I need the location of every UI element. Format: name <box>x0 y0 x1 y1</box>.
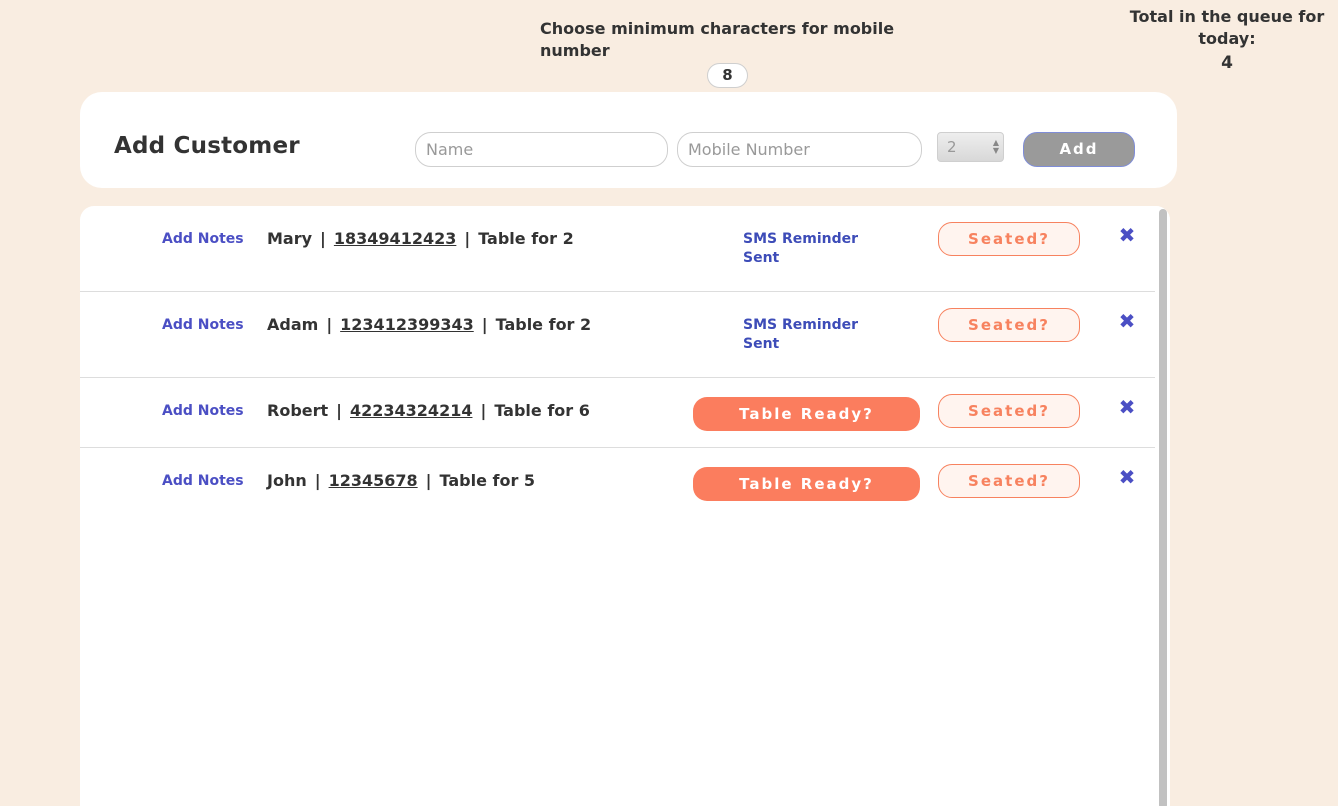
customer-table-size: Table for 2 <box>495 315 592 334</box>
spinner-arrows-icon: ▲ ▼ <box>992 138 999 155</box>
add-notes-link[interactable]: Add Notes <box>162 403 244 419</box>
close-icon[interactable]: ✖ <box>1118 311 1136 331</box>
table-ready-button[interactable]: Table Ready? <box>693 397 920 431</box>
name-input[interactable]: Name <box>415 132 668 167</box>
seated-button[interactable]: Seated? <box>938 222 1080 256</box>
queue-total: Total in the queue for today: 4 <box>1128 6 1326 74</box>
customer-row: Add Notes Adam | 123412399343 | Table for 2 … <box>80 292 1155 378</box>
add-notes-link[interactable]: Add Notes <box>162 473 244 489</box>
customer-table-size: Table for 6 <box>494 401 590 420</box>
customer-info: John | 12345678 | Table for 5 <box>267 471 536 490</box>
add-button[interactable]: Add <box>1023 132 1135 167</box>
party-size-select[interactable]: 2 ▲ ▼ <box>937 132 1004 162</box>
customer-info: Mary | 18349412423 | Table for 2 <box>267 229 574 248</box>
add-notes-link[interactable]: Add Notes <box>162 317 244 333</box>
queue-total-count: 4 <box>1221 53 1233 73</box>
party-size-value: 2 <box>947 138 957 156</box>
queue-total-label: Total in the queue for today: <box>1129 7 1325 48</box>
add-notes-link[interactable]: Add Notes <box>162 231 244 247</box>
min-chars-input[interactable]: 8 <box>707 63 748 88</box>
customer-table-size: Table for 2 <box>478 229 574 248</box>
table-ready-button[interactable]: Table Ready? <box>693 467 920 501</box>
seated-button[interactable]: Seated? <box>938 394 1080 428</box>
customer-phone-link[interactable]: 18349412423 <box>334 229 456 248</box>
close-icon[interactable]: ✖ <box>1118 225 1136 245</box>
seated-button[interactable]: Seated? <box>938 308 1080 342</box>
customer-phone-link[interactable]: 42234324214 <box>350 401 472 420</box>
mobile-number-input[interactable]: Mobile Number <box>677 132 922 167</box>
close-icon[interactable]: ✖ <box>1118 397 1136 417</box>
sms-reminder-status: SMS Reminder Sent <box>743 317 859 352</box>
customer-phone-link[interactable]: 123412399343 <box>340 315 474 334</box>
seated-button[interactable]: Seated? <box>938 464 1080 498</box>
sms-reminder-status: SMS Reminder Sent <box>743 231 859 266</box>
customer-name: Robert <box>267 401 329 420</box>
customer-name: John <box>267 471 307 490</box>
customer-row: Add Notes Mary | 18349412423 | Table for 2 S… <box>80 206 1155 292</box>
customer-list: Add Notes Mary | 18349412423 | Table for 2 S… <box>80 206 1170 806</box>
customer-phone-link[interactable]: 12345678 <box>329 471 418 490</box>
customer-table-size: Table for 5 <box>439 471 536 490</box>
add-customer-card: Add Customer Name Mobile Number 2 ▲ ▼ Add <box>80 92 1177 188</box>
close-icon[interactable]: ✖ <box>1118 467 1136 487</box>
scrollbar-thumb[interactable] <box>1159 209 1167 806</box>
customer-row: Add Notes John | 12345678 | Table for 5 Tabl… <box>80 448 1155 518</box>
customer-name: Adam <box>267 315 319 334</box>
customer-name: Mary <box>267 229 313 248</box>
customer-row: Add Notes Robert | 42234324214 | Table for 6… <box>80 378 1155 448</box>
add-customer-title: Add Customer <box>114 133 300 159</box>
customer-info: Robert | 42234324214 | Table for 6 <box>267 401 590 420</box>
customer-info: Adam | 123412399343 | Table for 2 <box>267 315 592 334</box>
min-chars-label: Choose minimum characters for mobile num… <box>540 19 895 60</box>
